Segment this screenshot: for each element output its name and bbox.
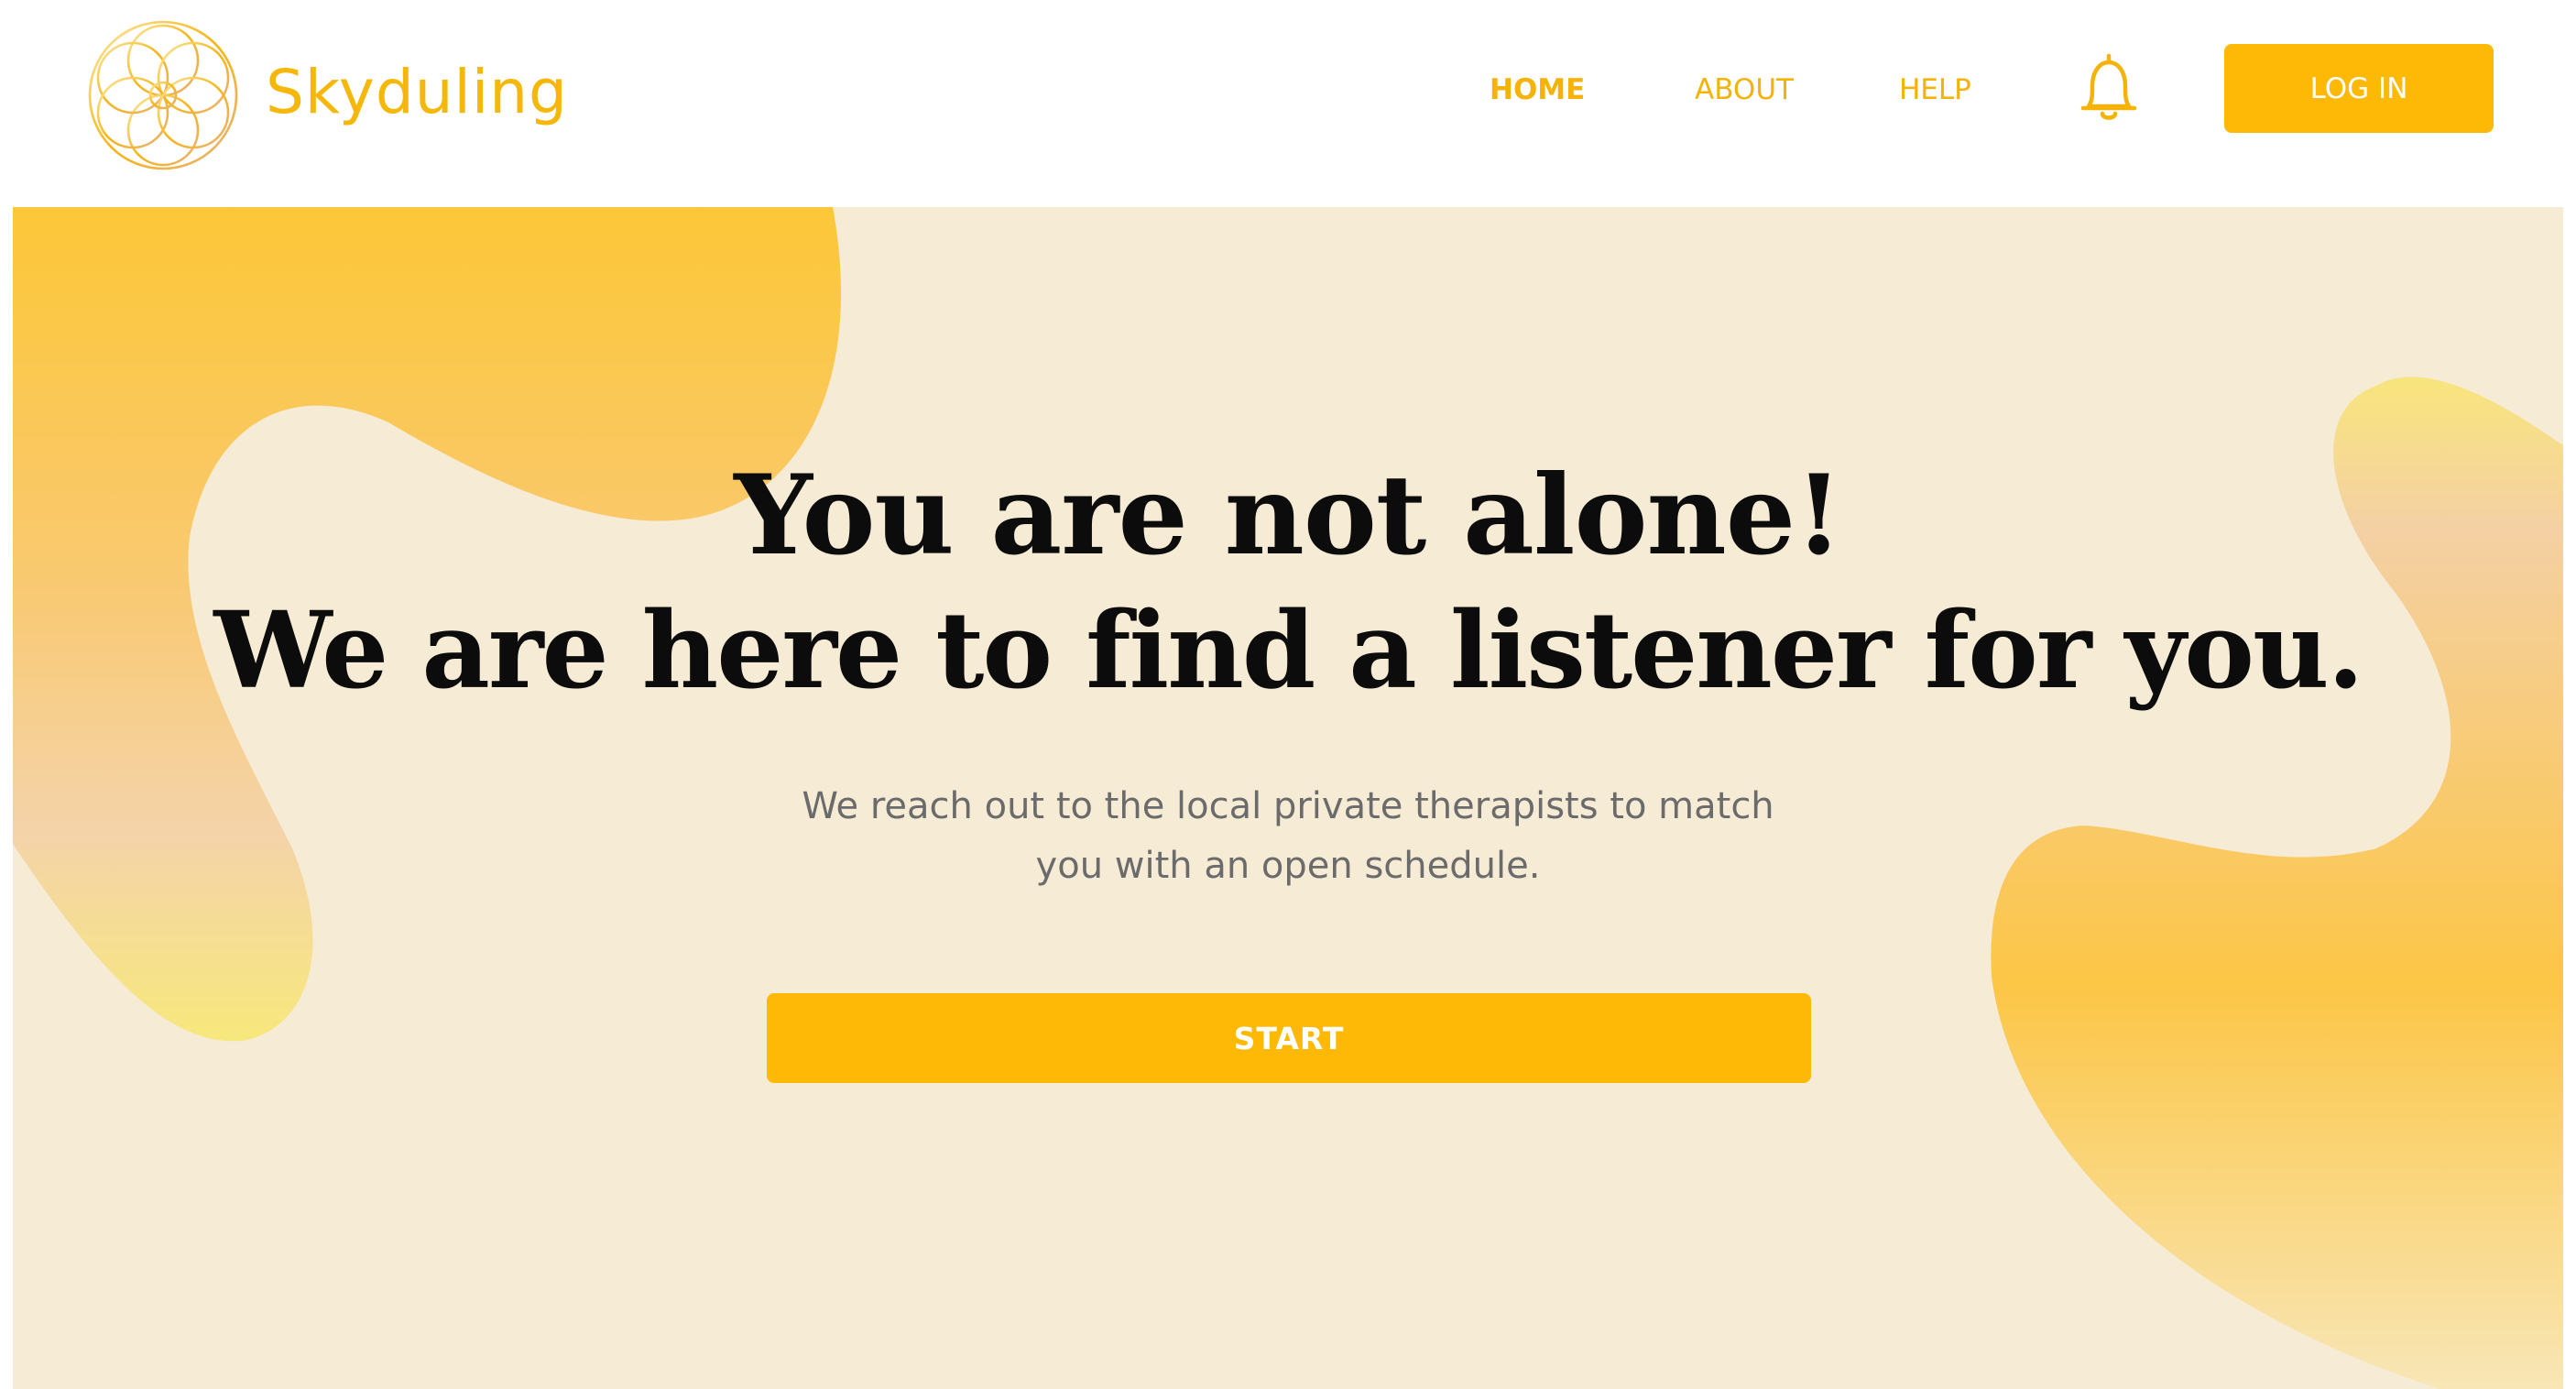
hero-section: You are not alone! We are here to find a… <box>13 207 2563 1389</box>
hero-headline-line1: You are not alone! <box>734 451 1843 580</box>
nav-about-link[interactable]: ABOUT <box>1695 66 1794 114</box>
hero-headline-line2: We are here to find a listener for you. <box>213 589 2363 713</box>
nav-home-link[interactable]: HOME <box>1490 66 1585 114</box>
hero-subtext: We reach out to the local private therap… <box>738 777 1838 896</box>
flower-of-life-logo-icon[interactable] <box>84 16 242 174</box>
brand-name[interactable]: Skyduling <box>266 51 568 134</box>
hero-subtext-line2: you with an open schedule. <box>1035 845 1541 887</box>
start-button[interactable]: START <box>767 993 1811 1083</box>
bell-icon[interactable] <box>2078 51 2140 125</box>
nav-help-link[interactable]: HELP <box>1899 66 1971 114</box>
hero-subtext-line1: We reach out to the local private therap… <box>802 785 1774 827</box>
login-button[interactable]: LOG IN <box>2224 44 2494 133</box>
site-header: Skyduling HOME ABOUT HELP LOG IN <box>0 0 2576 207</box>
